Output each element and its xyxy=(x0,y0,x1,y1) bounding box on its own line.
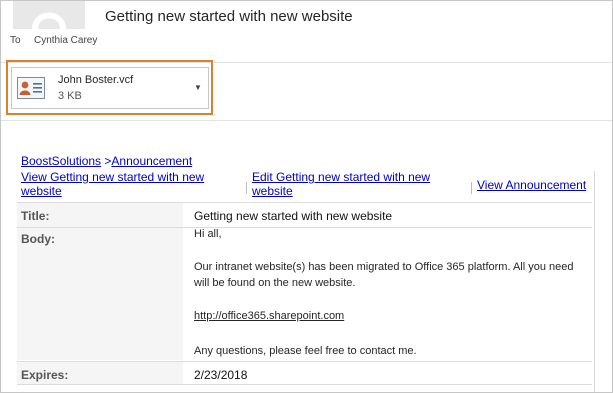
to-label: To xyxy=(10,35,21,46)
title-label: Title: xyxy=(21,209,50,223)
action-separator xyxy=(471,182,472,194)
breadcrumb-list-link[interactable]: Announcement xyxy=(111,154,192,168)
body-label: Body: xyxy=(21,232,55,246)
content-right-border xyxy=(594,171,595,392)
sender-avatar xyxy=(13,1,85,29)
edit-item-link[interactable]: Edit Getting new started with new websit… xyxy=(252,170,462,198)
title-value: Getting new started with new website xyxy=(194,209,393,223)
view-item-link[interactable]: View Getting new started with new websit… xyxy=(21,170,243,198)
body-label-cell xyxy=(17,228,183,360)
breadcrumb: BoostSolutions >Announcement xyxy=(21,154,192,168)
action-separator xyxy=(246,182,247,194)
body-paragraph: Our intranet website(s) has been migrate… xyxy=(194,261,574,289)
item-actions: View Getting new started with new websit… xyxy=(19,168,599,200)
attachment-size: 3 KB xyxy=(58,90,82,102)
recipient-name[interactable]: Cynthia Carey xyxy=(34,35,97,46)
attachment-card[interactable]: John Boster.vcf 3 KB ▼ xyxy=(11,67,209,109)
email-reading-pane: Getting new started with new website To … xyxy=(0,0,613,393)
attachment-divider xyxy=(1,120,612,121)
body-closing: Any questions, please feel free to conta… xyxy=(194,345,417,357)
expires-value: 2/23/2018 xyxy=(194,368,248,382)
email-subject: Getting new started with new website xyxy=(105,8,353,25)
attachment-name: John Boster.vcf xyxy=(58,74,134,86)
person-silhouette-icon xyxy=(32,12,66,29)
view-list-link[interactable]: View Announcement xyxy=(477,178,586,192)
body-greeting: Hi all, xyxy=(194,228,222,240)
expires-label: Expires: xyxy=(21,368,69,382)
body-link[interactable]: http://office365.sharepoint.com xyxy=(194,308,344,324)
vcard-icon xyxy=(17,77,45,99)
chevron-down-icon[interactable]: ▼ xyxy=(194,83,202,92)
table-divider xyxy=(17,384,592,385)
breadcrumb-site-link[interactable]: BoostSolutions xyxy=(21,154,101,168)
